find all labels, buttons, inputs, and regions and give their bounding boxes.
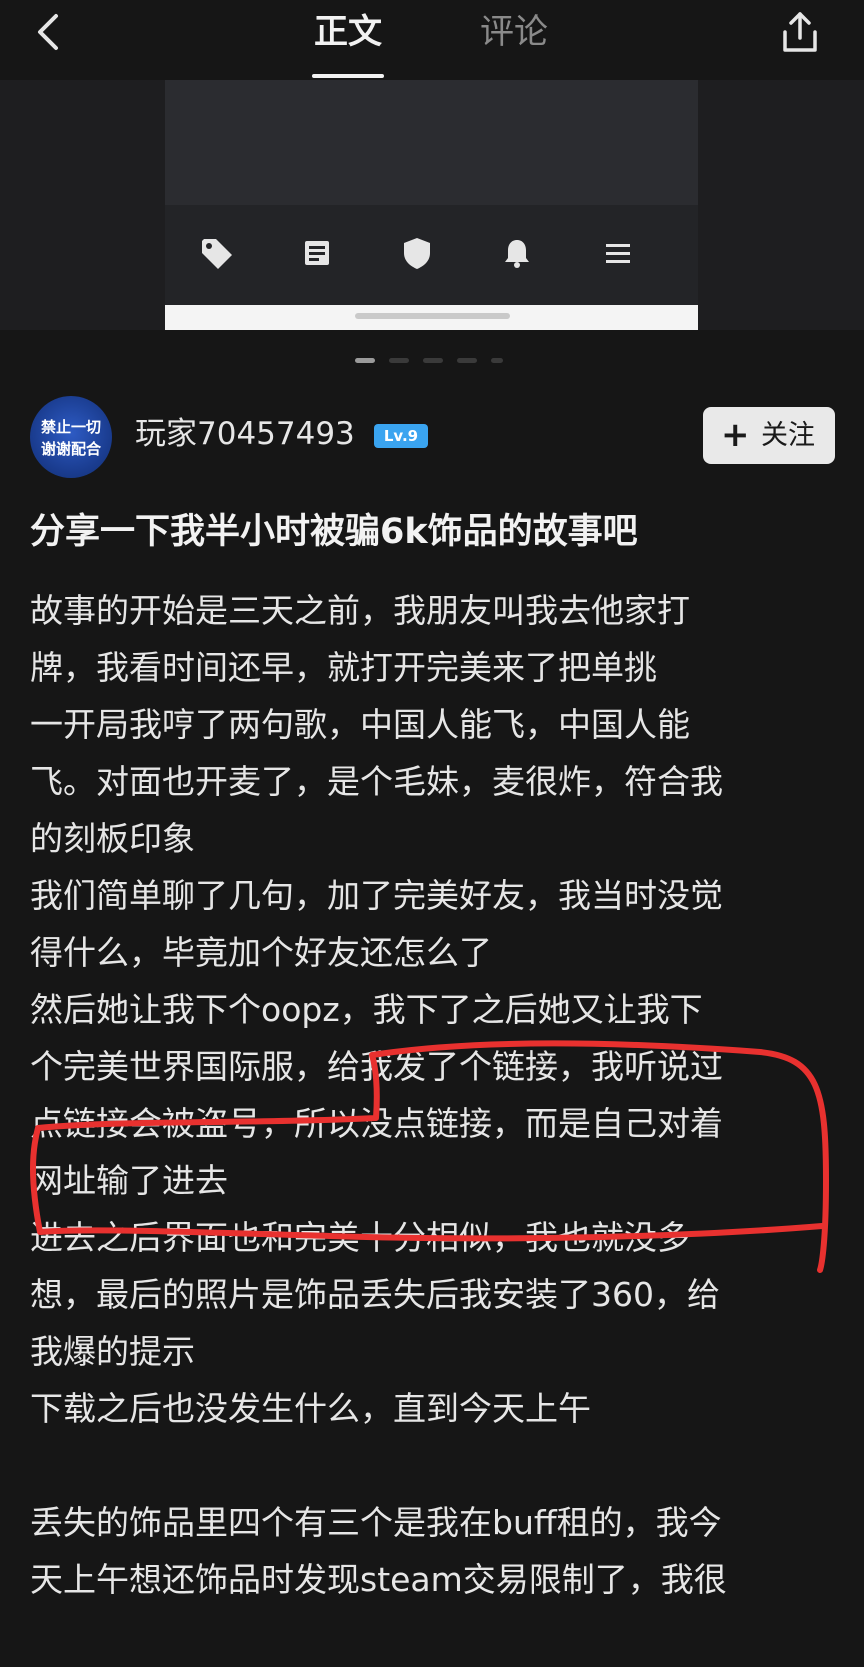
carousel-page-indicator xyxy=(0,356,864,366)
page-dot xyxy=(389,358,409,363)
active-tab-indicator xyxy=(312,74,384,78)
page-dot-active xyxy=(355,358,375,363)
post-line: 的刻板印象 xyxy=(30,819,195,858)
author-name[interactable]: 玩家70457493 xyxy=(135,414,355,454)
post-line: 牌，我看时间还早，就打开完美来了把单挑 xyxy=(30,648,657,687)
screenshot-image xyxy=(165,80,698,330)
chevron-left-icon xyxy=(38,14,58,50)
shield-icon xyxy=(404,238,430,269)
follow-label: 关注 xyxy=(761,420,815,451)
home-indicator xyxy=(355,313,510,319)
author-avatar[interactable]: 禁止一切 谢谢配合 xyxy=(30,396,112,478)
page-dot xyxy=(457,358,477,363)
post-line: 下载之后也没发生什么，直到今天上午 xyxy=(30,1389,591,1428)
screenshot-content-area xyxy=(165,80,698,205)
tab-comments[interactable]: 评论 xyxy=(478,10,550,54)
post-line: 网址输了进去 xyxy=(30,1161,228,1200)
post-line: 想，最后的照片是饰品丢失后我安装了360，给 xyxy=(30,1275,720,1314)
post-line: 故事的开始是三天之前，我朋友叫我去他家打 xyxy=(30,591,690,630)
level-badge: Lv.9 xyxy=(374,424,428,448)
post-line: 一开局我哼了两句歌，中国人能飞，中国人能 xyxy=(30,705,690,744)
bell-icon xyxy=(505,240,529,268)
post-line: 天上午想还饰品时发现steam交易限制了，我很 xyxy=(30,1560,727,1599)
menu-icon xyxy=(606,244,630,263)
page-dot xyxy=(423,358,443,363)
avatar-text-line-2: 谢谢配合 xyxy=(40,440,101,458)
post-line: 我爆的提示 xyxy=(30,1332,195,1371)
post-line: 我们简单聊了几句，加了完美好友，我当时没觉 xyxy=(30,876,723,915)
post-line: 丢失的饰品里四个有三个是我在buff租的，我今 xyxy=(30,1503,722,1542)
page-dot xyxy=(491,358,503,363)
post-title: 分享一下我半小时被骗6k饰品的故事吧 xyxy=(30,512,638,552)
post-line: 得什么，毕竟加个好友还怎么了 xyxy=(30,933,492,972)
tab-main-text[interactable]: 正文 xyxy=(312,10,384,54)
back-button[interactable] xyxy=(28,10,72,54)
post-line: 点链接会被盗号，所以没点链接，而是自己对着 xyxy=(30,1104,723,1143)
post-line: 个完美世界国际服，给我发了个链接，我听说过 xyxy=(30,1047,723,1086)
post-line: 进去之后界面也和完美十分相似，我也就没多 xyxy=(30,1218,690,1257)
share-icon xyxy=(783,12,817,52)
screenshot-nav-bar xyxy=(165,205,698,305)
post-line xyxy=(30,1437,846,1494)
post-line: 飞。对面也开麦了，是个毛妹，麦很炸，符合我 xyxy=(30,762,723,801)
follow-button[interactable]: + 关注 xyxy=(703,407,835,464)
post-body: 故事的开始是三天之前，我朋友叫我去他家打 牌，我看时间还早，就打开完美来了把单挑… xyxy=(30,582,846,1608)
post-line: 然后她让我下个oopz，我下了之后她又让我下 xyxy=(30,990,703,1029)
avatar-text-line-1: 禁止一切 xyxy=(40,418,101,436)
plus-icon: + xyxy=(721,415,750,455)
screenshot-bottom-bar xyxy=(165,305,698,330)
tag-icon xyxy=(202,239,232,269)
top-bar: 正文 评论 xyxy=(0,0,864,80)
image-carousel[interactable] xyxy=(0,80,864,330)
share-button[interactable] xyxy=(776,8,824,56)
article-icon xyxy=(305,241,329,265)
